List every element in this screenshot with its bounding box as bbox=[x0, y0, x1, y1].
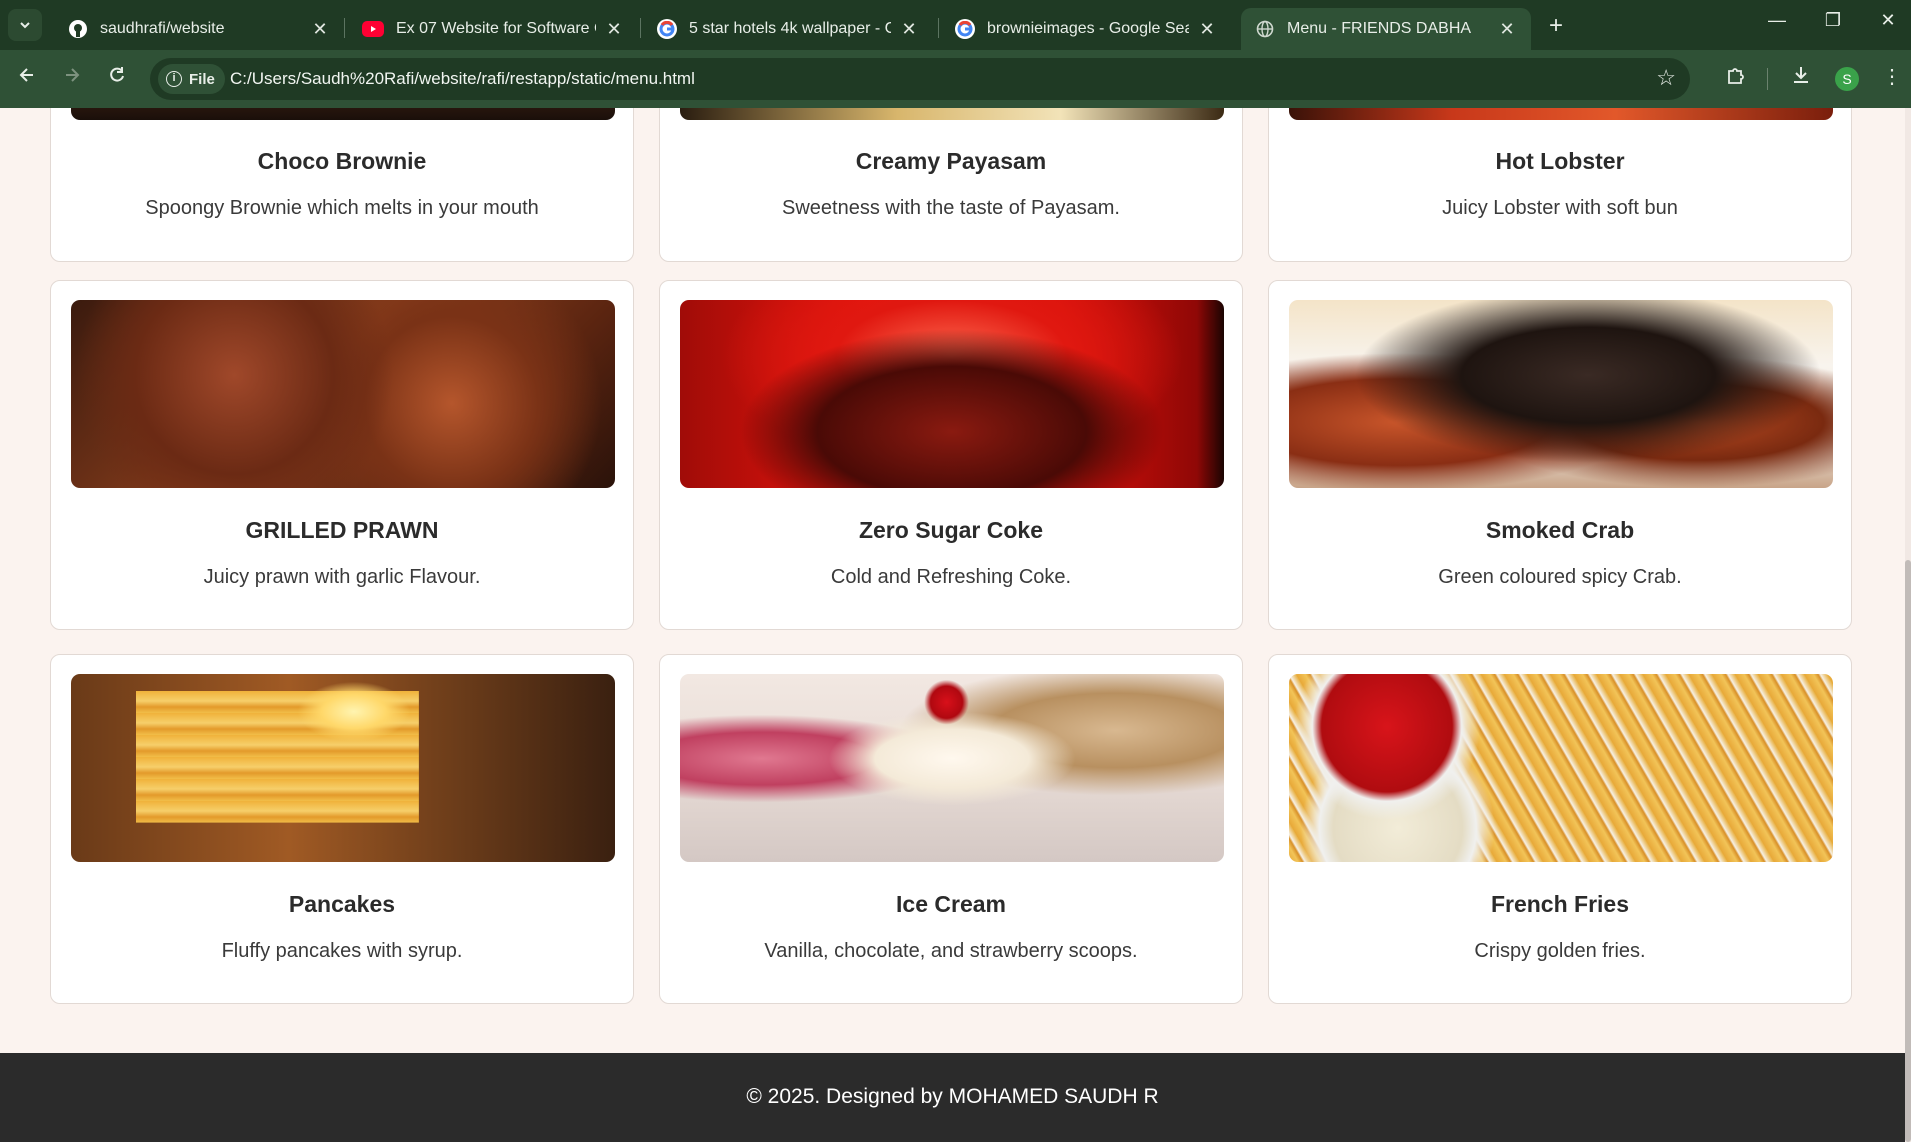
tab-youtube[interactable]: Ex 07 Website for Software Con ✕ bbox=[348, 8, 638, 50]
food-image-pancakes bbox=[71, 674, 615, 862]
footer-text: © 2025. Designed by MOHAMED SAUDH R bbox=[746, 1085, 1159, 1108]
tab-title: 5 star hotels 4k wallpaper - Goo bbox=[689, 20, 891, 37]
food-image-payasam bbox=[680, 108, 1224, 120]
tab-title: Ex 07 Website for Software Con bbox=[396, 20, 596, 37]
tab-separator bbox=[640, 18, 641, 38]
menu-item-name: GRILLED PRAWN bbox=[245, 517, 439, 543]
profile-avatar[interactable]: S bbox=[1835, 67, 1859, 91]
food-image-coke bbox=[680, 300, 1224, 488]
tab-menu-active[interactable]: Menu - FRIENDS DABHA ✕ bbox=[1241, 8, 1531, 50]
menu-item-name: Hot Lobster bbox=[1495, 148, 1625, 174]
site-info-label: File bbox=[189, 70, 215, 88]
reload-icon bbox=[110, 67, 124, 82]
bookmark-star-icon[interactable]: ☆ bbox=[1656, 65, 1676, 91]
menu-item-description: Green coloured spicy Crab. bbox=[1438, 566, 1682, 588]
restore-button[interactable]: ❐ bbox=[1813, 10, 1853, 31]
google-icon bbox=[657, 19, 677, 39]
menu-item-name: Creamy Payasam bbox=[855, 148, 1047, 174]
food-image-lobster bbox=[1289, 108, 1833, 120]
globe-icon bbox=[1255, 19, 1275, 39]
tab-title: Menu - FRIENDS DABHA bbox=[1287, 20, 1472, 37]
close-window-button[interactable]: ✕ bbox=[1868, 10, 1908, 31]
menu-card-creamy-payasam: Creamy Payasam Sweetness with the taste … bbox=[659, 108, 1243, 262]
close-tab-icon[interactable]: ✕ bbox=[899, 19, 919, 40]
menu-item-name: Choco Brownie bbox=[257, 148, 427, 174]
menu-item-description: Juicy prawn with garlic Flavour. bbox=[203, 566, 481, 588]
menu-item-name: Pancakes bbox=[288, 891, 396, 917]
menu-card-choco-brownie: Choco Brownie Spoongy Brownie which melt… bbox=[50, 108, 634, 262]
reload-button[interactable] bbox=[102, 64, 132, 94]
github-icon bbox=[68, 19, 88, 39]
tab-title: saudhrafi/website bbox=[100, 20, 225, 37]
site-info-chip[interactable]: i File bbox=[158, 64, 225, 94]
kebab-menu-icon[interactable]: ⋮ bbox=[1877, 64, 1907, 89]
menu-card-pancakes: Pancakes Fluffy pancakes with syrup. bbox=[50, 654, 634, 1004]
toolbar-divider bbox=[1767, 68, 1768, 90]
tab-separator bbox=[344, 18, 345, 38]
youtube-icon bbox=[362, 21, 384, 37]
close-tab-icon[interactable]: ✕ bbox=[1497, 19, 1517, 40]
minimize-button[interactable]: — bbox=[1757, 10, 1797, 31]
tab-strip: saudhrafi/website ✕ Ex 07 Website for So… bbox=[0, 0, 1911, 50]
tab-brownie[interactable]: brownieimages - Google Search ✕ bbox=[941, 8, 1231, 50]
url-text[interactable]: C:/Users/Saudh%20Rafi/website/rafi/resta… bbox=[230, 69, 695, 89]
scrollbar-thumb[interactable] bbox=[1905, 560, 1911, 1142]
close-tab-icon[interactable]: ✕ bbox=[1197, 19, 1217, 40]
page-viewport: Choco Brownie Spoongy Brownie which melt… bbox=[0, 108, 1905, 1142]
close-tab-icon[interactable]: ✕ bbox=[604, 19, 624, 40]
menu-item-name: Smoked Crab bbox=[1485, 517, 1635, 543]
tab-separator bbox=[938, 18, 939, 38]
address-bar[interactable]: i File C:/Users/Saudh%20Rafi/website/raf… bbox=[150, 58, 1690, 100]
download-icon[interactable] bbox=[1786, 64, 1816, 92]
menu-item-description: Spoongy Brownie which melts in your mout… bbox=[145, 197, 539, 219]
food-image-crab bbox=[1289, 300, 1833, 488]
menu-item-name: Ice Cream bbox=[896, 891, 1006, 917]
food-image-brownie bbox=[71, 108, 615, 120]
food-image-ice-cream bbox=[680, 674, 1224, 862]
page-footer: © 2025. Designed by MOHAMED SAUDH R bbox=[0, 1053, 1905, 1142]
back-button[interactable] bbox=[12, 64, 42, 94]
arrow-left-icon bbox=[19, 68, 33, 82]
tab-search-button[interactable] bbox=[8, 9, 42, 41]
google-icon bbox=[955, 19, 975, 39]
menu-item-name: French Fries bbox=[1490, 891, 1630, 917]
menu-card-ice-cream: Ice Cream Vanilla, chocolate, and strawb… bbox=[659, 654, 1243, 1004]
new-tab-button[interactable]: + bbox=[1542, 12, 1570, 40]
food-image-prawn bbox=[71, 300, 615, 488]
food-image-fries bbox=[1289, 674, 1833, 862]
menu-item-description: Juicy Lobster with soft bun bbox=[1442, 197, 1678, 219]
info-icon: i bbox=[166, 71, 182, 87]
arrow-right-icon bbox=[66, 68, 80, 82]
forward-button[interactable] bbox=[57, 64, 87, 94]
extensions-icon[interactable] bbox=[1721, 64, 1751, 92]
menu-card-grilled-prawn: GRILLED PRAWN Juicy prawn with garlic Fl… bbox=[50, 280, 634, 630]
menu-item-description: Fluffy pancakes with syrup. bbox=[221, 940, 463, 962]
menu-card-hot-lobster: Hot Lobster Juicy Lobster with soft bun bbox=[1268, 108, 1852, 262]
tab-title: brownieimages - Google Search bbox=[987, 20, 1189, 37]
menu-item-description: Crispy golden fries. bbox=[1474, 940, 1646, 962]
chevron-down-icon bbox=[20, 22, 30, 29]
browser-toolbar: i File C:/Users/Saudh%20Rafi/website/raf… bbox=[0, 50, 1911, 108]
menu-item-description: Cold and Refreshing Coke. bbox=[830, 566, 1072, 588]
menu-item-description: Vanilla, chocolate, and strawberry scoop… bbox=[764, 940, 1138, 962]
tab-hotels[interactable]: 5 star hotels 4k wallpaper - Goo ✕ bbox=[643, 8, 933, 50]
menu-card-zero-sugar-coke: Zero Sugar Coke Cold and Refreshing Coke… bbox=[659, 280, 1243, 630]
menu-card-smoked-crab: Smoked Crab Green coloured spicy Crab. bbox=[1268, 280, 1852, 630]
close-tab-icon[interactable]: ✕ bbox=[310, 19, 330, 40]
menu-card-french-fries: French Fries Crispy golden fries. bbox=[1268, 654, 1852, 1004]
menu-item-description: Sweetness with the taste of Payasam. bbox=[782, 197, 1120, 219]
tab-github[interactable]: saudhrafi/website ✕ bbox=[54, 8, 344, 50]
menu-item-name: Zero Sugar Coke bbox=[858, 517, 1044, 543]
